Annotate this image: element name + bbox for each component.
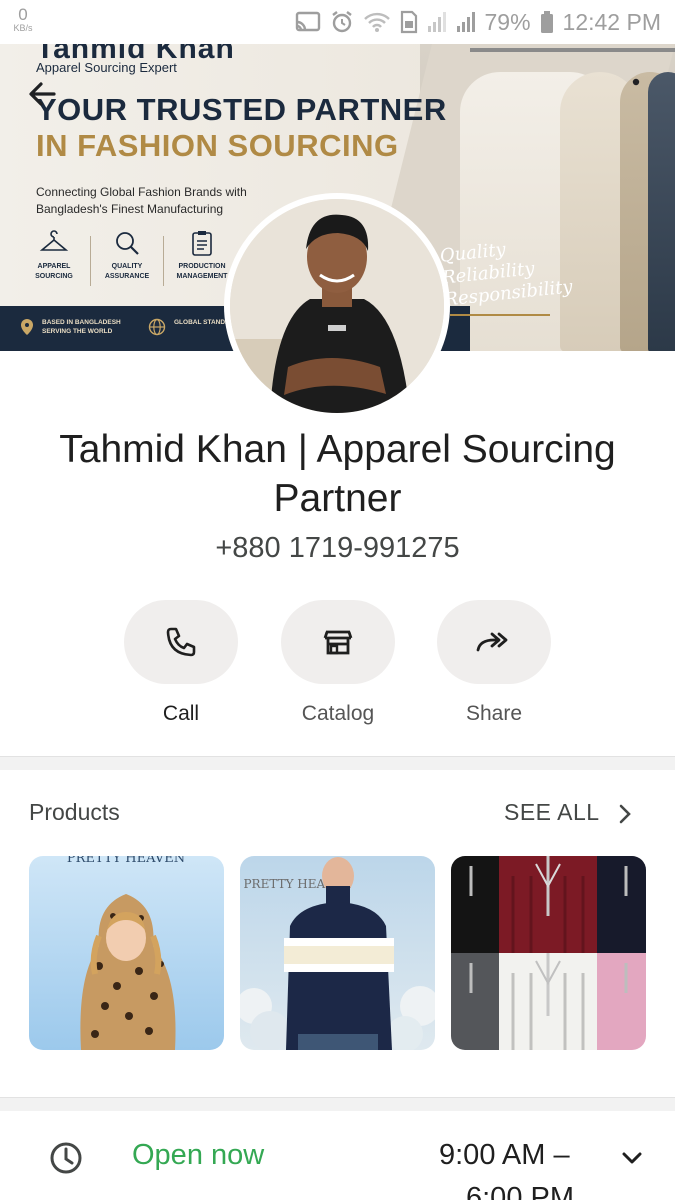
wifi-icon xyxy=(363,12,390,32)
see-all-link[interactable]: SEE ALL xyxy=(504,799,600,826)
hanger-rod xyxy=(470,48,675,52)
magnifier-icon xyxy=(116,232,139,255)
close-time: 6:00 PM xyxy=(466,1182,574,1200)
avatar[interactable] xyxy=(224,193,450,419)
phone-icon xyxy=(166,627,196,657)
cover-feature-quality: QUALITY ASSURANCE xyxy=(95,230,159,282)
chevron-right-icon[interactable] xyxy=(615,801,635,827)
more-vert-icon[interactable] xyxy=(624,74,648,114)
cover-feature-label: APPAREL SOURCING xyxy=(35,263,73,280)
alarm-icon xyxy=(331,11,352,33)
cover-feature-production: PRODUCTION MANAGEMENT xyxy=(170,230,234,282)
cover-script-text: Quality Reliability Responsibility xyxy=(438,234,574,311)
network-speed: 0 KB/s xyxy=(8,6,38,33)
share-button[interactable]: Share xyxy=(437,600,551,726)
cover-headline-2: IN FASHION SOURCING xyxy=(36,128,399,163)
call-button[interactable]: Call xyxy=(124,600,238,726)
battery-icon xyxy=(540,11,553,33)
call-label: Call xyxy=(162,702,200,725)
network-speed-value: 0 xyxy=(18,5,28,24)
product-image-striped-sweater: PRETTY HEAVEN xyxy=(240,856,435,1050)
open-time: 9:00 AM – xyxy=(439,1139,570,1171)
cover-script-words: Quality Reliability Responsibility xyxy=(438,239,574,311)
catalog-button-pill[interactable] xyxy=(281,600,395,684)
feature-divider xyxy=(90,236,91,286)
shirt-4 xyxy=(648,72,675,351)
status-icons: 79% 12:42 PM xyxy=(295,8,661,36)
phone-number[interactable]: +880 1719-991275 xyxy=(0,532,675,565)
product-brand-text: PRETTY HEAVEN xyxy=(67,856,185,866)
catalog-button[interactable]: Catalog xyxy=(281,600,395,726)
cover-headline-1: YOUR TRUSTED PARTNER xyxy=(36,92,447,127)
sim-card-icon xyxy=(400,10,417,34)
status-bar: 0 KB/s 79% 12:42 PM xyxy=(0,0,675,44)
clock-icon xyxy=(50,1142,82,1174)
section-divider xyxy=(0,756,675,770)
cast-icon xyxy=(295,11,320,32)
call-button-pill[interactable] xyxy=(124,600,238,684)
share-label: Share xyxy=(465,702,523,725)
open-status: Open now xyxy=(132,1139,265,1171)
product-image-girl-robe: PRETTY HEAVEN xyxy=(29,856,224,1050)
signal-icon-1 xyxy=(427,12,446,32)
share-button-pill[interactable] xyxy=(437,600,551,684)
cover-description: Connecting Global Fashion Brands with Ba… xyxy=(36,185,247,216)
business-name: Tahmid Khan | Apparel Sourcing Partner xyxy=(59,428,616,520)
storefront-icon xyxy=(323,630,353,655)
cover-feature-apparel: APPAREL SOURCING xyxy=(22,230,86,282)
cover-bar-text: BASED IN BANGLADESH SERVING THE WORLD xyxy=(42,319,121,335)
forward-arrows-icon xyxy=(476,632,508,652)
chevron-down-icon[interactable] xyxy=(620,1146,644,1170)
cover-gold-line xyxy=(450,314,550,316)
feature-divider xyxy=(163,236,164,286)
section-divider xyxy=(0,1097,675,1111)
avatar-photo xyxy=(230,199,444,413)
clipboard-icon xyxy=(192,231,212,256)
hours-row[interactable]: Open now 9:00 AM – 6:00 PM xyxy=(0,1112,675,1200)
network-speed-unit: KB/s xyxy=(13,23,33,33)
product-image-knit-sweaters xyxy=(451,856,646,1050)
signal-icon-2 xyxy=(456,12,475,32)
products-title: Products xyxy=(29,799,120,825)
product-card[interactable]: PRETTY HEAVEN xyxy=(240,856,435,1050)
clock-time: 12:42 PM xyxy=(562,8,661,35)
hanger-icon xyxy=(39,230,69,251)
product-card[interactable]: PRETTY HEAVEN xyxy=(29,856,224,1050)
person-illustration xyxy=(230,199,444,413)
back-arrow-icon[interactable] xyxy=(22,74,62,114)
catalog-label: Catalog xyxy=(301,702,375,725)
cover-feature-label: PRODUCTION MANAGEMENT xyxy=(176,263,228,280)
cover-feature-label: QUALITY ASSURANCE xyxy=(104,263,150,280)
product-card[interactable] xyxy=(451,856,646,1050)
cover-subtitle: Apparel Sourcing Expert xyxy=(36,60,177,75)
battery-percent: 79% xyxy=(484,8,531,35)
location-pin-icon xyxy=(21,319,33,335)
cover-bar-text: GLOBAL STANDARDS LOCAL ADVANTAGE xyxy=(174,319,232,326)
globe-icon xyxy=(148,318,166,336)
